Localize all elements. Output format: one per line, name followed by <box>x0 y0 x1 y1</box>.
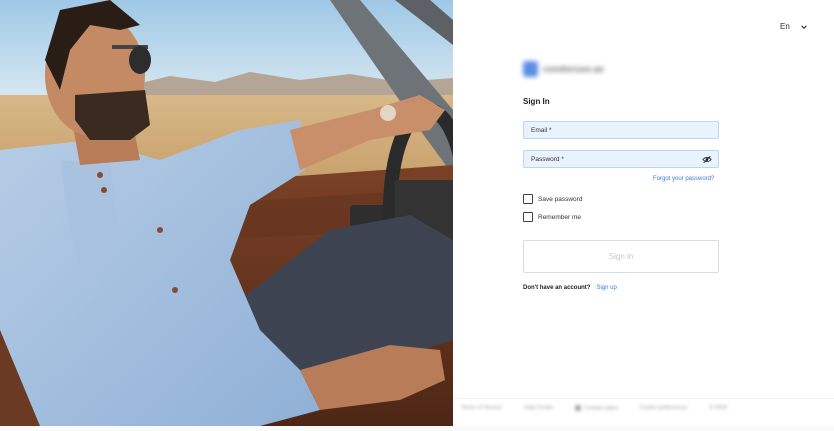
man-driving-car-image <box>0 0 453 426</box>
footer-link-4: © 2024 <box>709 405 728 412</box>
hero-photo <box>0 0 453 426</box>
chevron-down-icon <box>801 24 807 29</box>
password-field[interactable]: Password * <box>523 150 719 168</box>
footer-link-0[interactable]: Terms of Service <box>461 405 502 411</box>
email-label: Email * <box>531 126 552 134</box>
footer-link-3[interactable]: Cookie preferences <box>640 405 688 411</box>
save-password-box[interactable] <box>523 194 533 204</box>
remember-me-checkbox[interactable]: Remember me <box>523 212 581 222</box>
footer-link-2[interactable]: Contact sales <box>575 405 618 412</box>
save-password-checkbox[interactable]: Save password <box>523 194 582 204</box>
footer-divider <box>453 398 834 399</box>
remember-me-label: Remember me <box>538 213 581 221</box>
password-label: Password * <box>531 155 564 163</box>
signup-question: Don't have an account? <box>523 285 591 291</box>
save-password-label: Save password <box>538 195 583 203</box>
email-field[interactable]: Email * <box>523 121 719 139</box>
brand-logo-text: condoruse.ae <box>543 64 604 74</box>
footer-link-1[interactable]: Help Center <box>524 405 553 411</box>
signin-panel: En condoruse.ae Sign In Email * Password… <box>453 0 834 431</box>
language-label: En <box>780 22 790 31</box>
remember-me-box[interactable] <box>523 212 533 222</box>
signup-prompt: Don't have an account? Sign up <box>523 285 617 291</box>
brand-logo: condoruse.ae <box>523 61 604 77</box>
phone-icon <box>575 405 582 411</box>
footer: Terms of Service Help Center Contact sal… <box>461 405 831 411</box>
brand-logo-icon <box>523 61 538 77</box>
footer-link-2-label: Contact sales <box>584 405 618 412</box>
sign-up-link[interactable]: Sign up <box>596 285 616 291</box>
page-title: Sign In <box>523 97 550 106</box>
sign-in-button[interactable]: Sign in <box>523 240 719 273</box>
forgot-password-link[interactable]: Forgot your password? <box>653 176 714 182</box>
eye-off-icon[interactable] <box>702 155 712 164</box>
language-selector[interactable]: En <box>780 22 808 31</box>
bottom-strip <box>0 426 834 431</box>
